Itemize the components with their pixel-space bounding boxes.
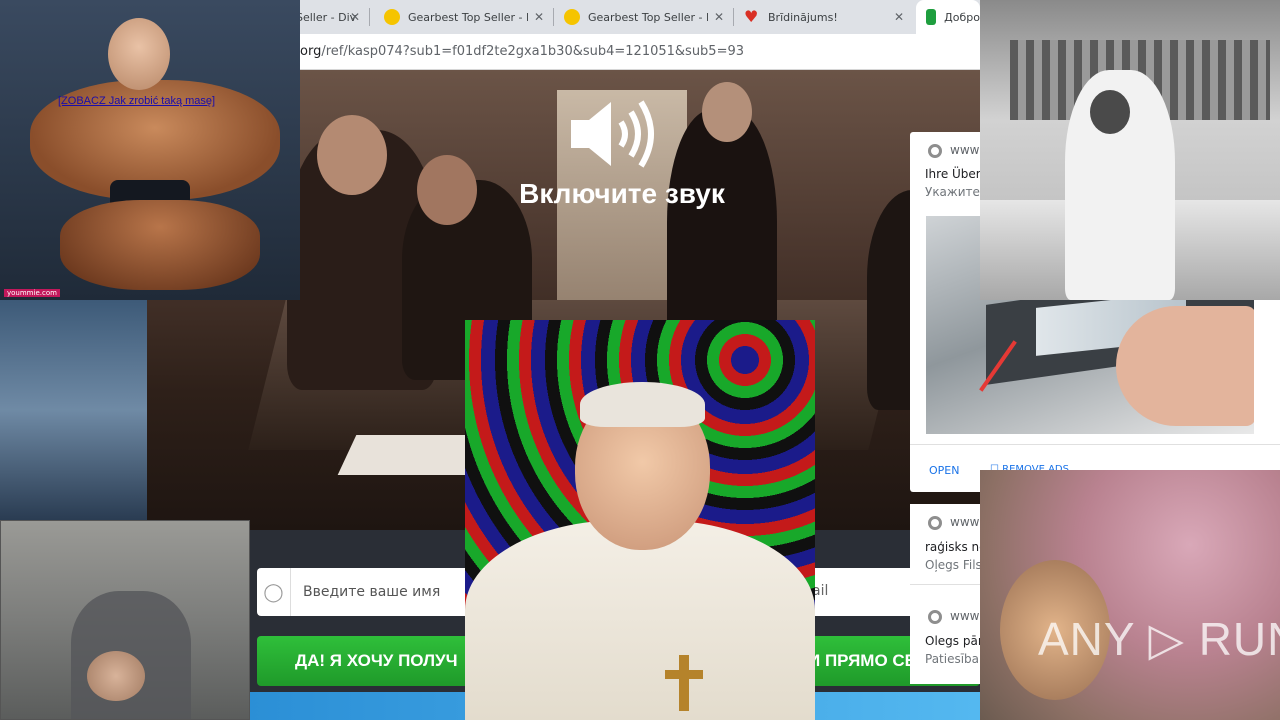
tab-label: Gearbest Top Seller - Div [408,10,528,24]
anyrun-watermark: ANY ▷ RUN [1038,613,1280,665]
address-bar[interactable]: org/ref/kasp074?sub1=f01df2te2gxa1b30&su… [300,34,980,70]
speaker-icon[interactable] [567,96,663,172]
heart-icon: ♥ [744,7,759,26]
notification-divider [910,444,1280,445]
url-text[interactable]: org/ref/kasp074?sub1=f01df2te2gxa1b30&su… [300,44,744,59]
name-placeholder: Введите ваше имя [303,584,441,600]
tab-label: Gearbest Top Seller - Div [588,10,708,24]
butcher-shop-overlay-image [980,0,1280,300]
tab-gearbest-3[interactable]: Gearbest Top Seller - Div ✕ [554,0,734,34]
person-silhouette [702,82,752,142]
person-head [1090,90,1130,134]
notification-title: Olegs pārt [925,634,988,648]
close-icon[interactable]: ✕ [714,10,724,24]
url-domain: org [300,44,322,59]
head [108,18,170,90]
gearbest-icon [564,9,580,25]
cross-icon-bar [665,670,703,679]
tab-bridinajums[interactable]: ♥ Brīdinājums! ✕ [734,0,914,34]
tab-label: Добро [944,10,980,24]
person-silhouette [317,115,387,195]
background-photo-mountain [0,300,147,520]
hand [1116,306,1254,426]
tab-separator [369,8,370,26]
enable-sound-label[interactable]: Включите звук [407,178,837,210]
submit-button[interactable]: ДА! Я ХОЧУ ПОЛУЧ [257,636,497,686]
chrome-icon [928,610,942,624]
gearbest-icon [384,9,400,25]
figure-face [87,651,145,701]
browser-tab-bar: Seller - Div ✕ Gearbest Top Seller - Div… [296,0,980,34]
notification-divider [910,584,980,585]
tab-label: Brīdinājums! [768,10,838,24]
green-shield-icon [926,9,937,25]
notification-site: www [950,143,980,157]
notification-site: www [950,609,980,623]
notification-site: www [950,515,980,529]
notification-body: Укажите [925,185,980,199]
user-icon: ◯ [257,568,291,616]
close-icon[interactable]: ✕ [894,10,904,24]
legs [60,200,260,290]
close-icon[interactable]: ✕ [350,10,360,24]
pope-overlay-image [465,320,815,720]
pope-snow-overlay-image [0,520,250,720]
bodybuilder-overlay-image[interactable]: [ZOBACZ Jak zrobić taką masę] yoummie.co… [0,0,300,300]
pope-robe [465,520,815,720]
tab-dobro[interactable]: Добро [916,0,980,34]
chrome-icon [928,144,942,158]
chrome-icon [928,516,942,530]
promo-link[interactable]: [ZOBACZ Jak zrobić taką masę] [58,95,215,107]
blurred-overlay-image [980,470,1280,720]
tab-label: Seller - Div [296,10,357,24]
tab-gearbest-2[interactable]: Gearbest Top Seller - Div ✕ [374,0,554,34]
notification-body: Patiesība r [925,652,988,666]
pope-hair [580,382,705,427]
site-watermark: yoummie.com [4,289,60,297]
cross-icon [679,655,689,711]
url-path: /ref/kasp074?sub1=f01df2te2gxa1b30&sub4=… [321,44,745,59]
push-notification-stack[interactable]: www raģisks nel Oļegs Fils 2 www Olegs p… [910,504,993,684]
close-icon[interactable]: ✕ [534,10,544,24]
notification-open-button[interactable]: OPEN [929,464,959,477]
